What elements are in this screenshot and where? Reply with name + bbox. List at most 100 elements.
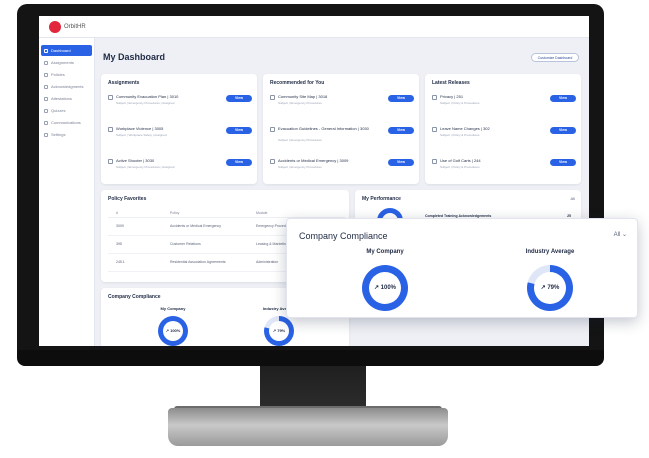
sidebar-item-label: Settings xyxy=(51,132,66,137)
view-button[interactable]: View xyxy=(226,159,252,166)
view-button[interactable]: View xyxy=(226,95,252,102)
table-header: # Policy Module xyxy=(108,208,345,218)
recommended-title: Evacuation Guidelines - General Informat… xyxy=(278,126,369,131)
donut-value: ↗ 100% xyxy=(163,321,183,341)
recommended-item[interactable]: Accidents or Medical Emergency | 3009 Su… xyxy=(270,158,416,180)
document-icon xyxy=(270,159,275,164)
table-cell: Residential Association Agreements xyxy=(170,260,226,265)
sidebar-item-label: Acknowledgments xyxy=(51,84,84,89)
sidebar-item-settings[interactable]: Settings xyxy=(41,129,92,140)
card-title: Recommended for You xyxy=(270,80,325,86)
sidebar-item-dashboard[interactable]: Dashboard xyxy=(41,45,92,56)
sidebar-item-label: Quizzes xyxy=(51,108,66,113)
recommended-item[interactable]: Evacuation Guidelines - General Informat… xyxy=(270,126,416,148)
quizzes-icon xyxy=(44,109,48,113)
recommended-title: Community Site Map | 3018 xyxy=(278,94,328,99)
recommended-subtitle: Subject | Emergency Procedures xyxy=(278,165,322,169)
document-icon xyxy=(108,127,113,132)
assignments-card: Assignments Community Evacuation Plan | … xyxy=(101,74,257,184)
view-button[interactable]: View xyxy=(388,95,414,102)
my-company-donut: ↗ 100% xyxy=(362,265,408,311)
donut-label: Industry Average xyxy=(525,249,575,255)
popup-filter[interactable]: All ⌄ xyxy=(614,231,627,238)
view-button[interactable]: View xyxy=(550,95,576,102)
monitor-chin xyxy=(17,350,604,366)
release-item[interactable]: Privacy | 251 Subject | Policy & Procedu… xyxy=(432,94,578,116)
document-icon xyxy=(108,159,113,164)
app-logo[interactable]: OrbitHR xyxy=(49,21,86,33)
table-cell: 3009 xyxy=(116,224,124,229)
document-icon xyxy=(270,95,275,100)
release-item[interactable]: Leave Name Changes | 302 Subject | Polic… xyxy=(432,126,578,148)
assignment-subtitle: Subject | Emergency Procedures | Assigne… xyxy=(116,101,175,105)
customize-dashboard-button[interactable]: Customize Dashboard xyxy=(531,53,579,62)
view-button[interactable]: View xyxy=(550,127,576,134)
industry-average-donut: ↗ 79% xyxy=(264,316,294,346)
assignment-title: Active Shooter | 3030 xyxy=(116,158,155,163)
release-item[interactable]: Use of Golf Carts | 244 Subject | Policy… xyxy=(432,158,578,180)
document-icon xyxy=(432,127,437,132)
recommended-item[interactable]: Community Site Map | 3018 Subject | Emer… xyxy=(270,94,416,116)
view-button[interactable]: View xyxy=(388,127,414,134)
sidebar-item-assignments[interactable]: Assignments xyxy=(41,57,92,68)
release-subtitle: Subject | Policy & Procedures xyxy=(440,133,480,137)
column-header[interactable]: # xyxy=(108,208,170,217)
acknowledgments-icon xyxy=(44,85,48,89)
popup-title: Company Compliance xyxy=(299,231,388,241)
page-title: My Dashboard xyxy=(103,52,166,62)
top-bar: OrbitHR xyxy=(39,16,589,38)
logo-text: OrbitHR xyxy=(64,24,86,30)
sidebar-item-communications[interactable]: Communications xyxy=(41,117,92,128)
recommended-subtitle: Subject | Emergency Procedures xyxy=(278,138,322,142)
filter-label: All xyxy=(613,232,621,238)
assignment-item[interactable]: Active Shooter | 3030 Subject | Emergenc… xyxy=(108,158,254,180)
assignment-subtitle: Subject | Workplace Safety | Assigned xyxy=(116,133,167,137)
card-title: My Performance xyxy=(362,196,401,202)
view-button[interactable]: View xyxy=(388,159,414,166)
table-cell: Accidents or Medical Emergency xyxy=(170,224,221,229)
product-mockup: OrbitHR Dashboard Assignments Policies A… xyxy=(0,0,649,458)
donut-label: My Company xyxy=(366,249,404,255)
release-subtitle: Subject | Policy & Procedures xyxy=(440,101,480,105)
donut-value: ↗ 79% xyxy=(269,321,289,341)
release-title: Use of Golf Carts | 244 xyxy=(440,158,481,163)
monitor-stand-base xyxy=(168,408,448,446)
latest-releases-card: Latest Releases Privacy | 251 Subject | … xyxy=(425,74,581,184)
document-icon xyxy=(432,95,437,100)
settings-icon xyxy=(44,133,48,137)
assignment-item[interactable]: Workplace Violence | 3005 Subject | Work… xyxy=(108,126,254,148)
donut-value: ↗ 79% xyxy=(534,272,566,304)
performance-filter[interactable]: All xyxy=(571,196,575,201)
column-header[interactable]: Policy xyxy=(170,208,256,217)
view-button[interactable]: View xyxy=(550,159,576,166)
table-cell: Customer Relations xyxy=(170,242,201,247)
assignment-subtitle: Subject | Emergency Procedures | Assigne… xyxy=(116,165,175,169)
assignment-item[interactable]: Community Evacuation Plan | 3010 Subject… xyxy=(108,94,254,116)
sidebar-item-policies[interactable]: Policies xyxy=(41,69,92,80)
sidebar: Dashboard Assignments Policies Acknowled… xyxy=(39,38,95,346)
logo-icon xyxy=(49,21,61,33)
sidebar-item-acknowledgments[interactable]: Acknowledgments xyxy=(41,81,92,92)
recommended-card: Recommended for You Community Site Map |… xyxy=(263,74,419,184)
sidebar-item-quizzes[interactable]: Quizzes xyxy=(41,105,92,116)
donut-label: My Company xyxy=(160,306,186,311)
document-icon xyxy=(108,95,113,100)
assignments-icon xyxy=(44,61,48,65)
sidebar-item-label: Policies xyxy=(51,72,65,77)
release-title: Privacy | 251 xyxy=(440,94,464,99)
view-button[interactable]: View xyxy=(226,127,252,134)
card-title: Company Compliance xyxy=(108,294,161,300)
table-cell: 245.1 xyxy=(116,260,125,265)
card-title: Latest Releases xyxy=(432,80,470,86)
communications-icon xyxy=(44,121,48,125)
chevron-down-icon: ⌄ xyxy=(621,232,627,238)
assignment-title: Community Evacuation Plan | 3010 xyxy=(116,94,179,99)
table-cell: 395 xyxy=(116,242,122,247)
column-header[interactable]: Module xyxy=(256,208,345,217)
recommended-title: Accidents or Medical Emergency | 3009 xyxy=(278,158,349,163)
sidebar-item-label: Communications xyxy=(51,120,81,125)
document-icon xyxy=(270,127,275,132)
my-company-donut: ↗ 100% xyxy=(158,316,188,346)
sidebar-item-attestations[interactable]: Attestations xyxy=(41,93,92,104)
donut-value: ↗ 100% xyxy=(369,272,401,304)
